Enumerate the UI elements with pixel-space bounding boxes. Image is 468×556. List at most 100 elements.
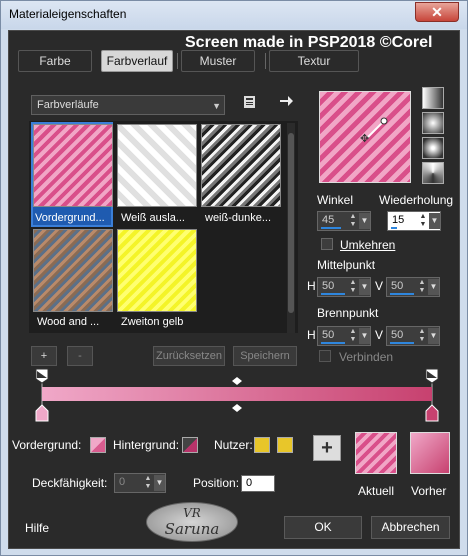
user-stop-label: Nutzer: xyxy=(214,438,253,452)
angle-handle-icon[interactable]: ✥ xyxy=(320,92,412,184)
gradient-label: Wood and ... xyxy=(37,316,100,328)
opacity-spinner[interactable]: 0 ▲ ▼ ▼ xyxy=(114,473,166,493)
center-v-label: V xyxy=(375,279,384,293)
spin-arrows-icon[interactable]: ▲ ▼ xyxy=(417,328,427,344)
spin-arrows-icon[interactable]: ▲ ▼ xyxy=(348,279,358,295)
category-dropdown[interactable]: Farbverläufe ▼ xyxy=(31,95,225,115)
gradient-swatch-white[interactable] xyxy=(117,124,197,207)
repeat-spinner[interactable]: 15 ▲ ▼ ▼ xyxy=(387,211,441,231)
library-scrollbar[interactable] xyxy=(287,123,295,333)
spin-arrows-icon[interactable]: ▲ ▼ xyxy=(348,328,358,344)
position-input[interactable]: 0 xyxy=(241,475,275,492)
library-icon[interactable] xyxy=(241,94,259,112)
spin-arrows-icon[interactable]: ▲ ▼ xyxy=(418,213,428,229)
help-link[interactable]: Hilfe xyxy=(25,521,49,535)
current-preview-swatch[interactable] xyxy=(355,432,397,474)
gradient-label: weiß-dunke... xyxy=(205,212,272,224)
tab-divider xyxy=(265,53,266,69)
focal-v-label: V xyxy=(375,328,384,342)
repeat-label: Wiederholung xyxy=(379,193,454,207)
chevron-down-icon[interactable]: ▼ xyxy=(154,475,165,491)
tab-farbe[interactable]: Farbe xyxy=(18,50,92,72)
focal-h-spinner[interactable]: 50 ▲ ▼ ▼ xyxy=(317,326,371,346)
gradient-swatch-wood[interactable] xyxy=(33,229,113,312)
current-label: Aktuell xyxy=(358,484,395,498)
center-v-slider-bar xyxy=(390,293,414,295)
center-h-spinner[interactable]: 50 ▲ ▼ ▼ xyxy=(317,277,371,297)
focal-v-value: 50 xyxy=(391,329,404,341)
rectangular-style-icon[interactable] xyxy=(422,112,444,134)
spin-arrows-icon[interactable]: ▲ ▼ xyxy=(143,475,153,491)
remove-gradient-button[interactable]: - xyxy=(67,346,93,366)
focal-label: Brennpunkt xyxy=(317,306,379,320)
arrow-right-icon[interactable] xyxy=(277,93,295,111)
background-stop-label: Hintergrund: xyxy=(113,438,180,452)
window-title: Materialeigenschaften xyxy=(9,7,127,21)
reset-button[interactable]: Zurücksetzen xyxy=(153,346,225,366)
tab-divider xyxy=(177,53,178,69)
gradient-preview[interactable]: ✥ xyxy=(319,91,411,183)
repeat-value: 15 xyxy=(392,214,405,226)
category-dropdown-value: Farbverläufe xyxy=(37,99,99,111)
center-v-spinner[interactable]: 50 ▲ ▼ ▼ xyxy=(386,277,440,297)
gradient-label: Weiß ausla... xyxy=(121,212,185,224)
center-label: Mittelpunkt xyxy=(317,258,376,272)
chevron-down-icon[interactable]: ▼ xyxy=(359,279,370,295)
chevron-down-icon[interactable]: ▼ xyxy=(428,279,439,295)
add-gradient-button[interactable]: + xyxy=(31,346,57,366)
tab-farbverlauf[interactable]: Farbverlauf xyxy=(101,50,173,72)
chevron-down-icon[interactable]: ▼ xyxy=(429,213,440,229)
chevron-down-icon[interactable]: ▼ xyxy=(359,213,370,229)
add-stop-button[interactable]: + xyxy=(313,435,341,461)
background-color-swatch[interactable] xyxy=(182,437,198,453)
user-color-swatch-2[interactable] xyxy=(277,437,293,453)
tab-muster[interactable]: Muster xyxy=(181,50,255,72)
chevron-down-icon: ▼ xyxy=(212,101,221,111)
svg-text:✥: ✥ xyxy=(360,133,369,145)
save-button[interactable]: Speichern xyxy=(233,346,297,366)
invert-label: Umkehren xyxy=(340,238,396,252)
center-h-slider-bar xyxy=(321,293,345,295)
center-v-value: 50 xyxy=(391,280,404,292)
chevron-down-icon[interactable]: ▼ xyxy=(428,328,439,344)
linear-style-icon[interactable] xyxy=(422,87,444,109)
cancel-button[interactable]: Abbrechen xyxy=(371,516,450,539)
tab-textur[interactable]: Textur xyxy=(269,50,359,72)
focal-h-label: H xyxy=(307,328,316,342)
spin-arrows-icon[interactable]: ▲ ▼ xyxy=(348,213,358,229)
sunburst-style-icon[interactable] xyxy=(422,137,444,159)
center-h-label: H xyxy=(307,279,316,293)
repeat-slider-bar xyxy=(391,227,397,229)
material-properties-window: Materialeigenschaften ✕ Screen made in P… xyxy=(0,0,468,556)
title-bar[interactable]: Materialeigenschaften ✕ xyxy=(1,1,467,29)
scrollbar-thumb[interactable] xyxy=(288,133,294,313)
previous-preview-swatch[interactable] xyxy=(410,432,450,474)
close-button[interactable]: ✕ xyxy=(415,2,459,22)
gradient-swatch-two-tone-yellow[interactable] xyxy=(117,229,197,312)
angle-label: Winkel xyxy=(317,193,354,207)
invert-checkbox[interactable] xyxy=(321,238,333,250)
link-checkbox[interactable] xyxy=(319,350,331,362)
angle-value: 45 xyxy=(322,214,335,226)
angle-spinner[interactable]: 45 ▲ ▼ ▼ xyxy=(317,211,371,231)
opacity-label: Deckfähigkeit: xyxy=(32,476,108,490)
opacity-value: 0 xyxy=(119,476,126,488)
gradient-editor[interactable] xyxy=(31,367,443,423)
gradient-label: Zweiton gelb xyxy=(121,316,184,328)
focal-v-slider-bar xyxy=(390,342,414,344)
link-label: Verbinden xyxy=(339,350,394,364)
foreground-color-swatch[interactable] xyxy=(90,437,106,453)
focal-h-value: 50 xyxy=(322,329,335,341)
gradient-label: Vordergrund... xyxy=(35,212,105,224)
chevron-down-icon[interactable]: ▼ xyxy=(359,328,370,344)
ok-button[interactable]: OK xyxy=(284,516,362,539)
position-label: Position: xyxy=(193,476,240,490)
spin-arrows-icon[interactable]: ▲ ▼ xyxy=(417,279,427,295)
gradient-swatch-white-dark[interactable] xyxy=(201,124,281,207)
previous-label: Vorher xyxy=(411,484,447,498)
focal-v-spinner[interactable]: 50 ▲ ▼ ▼ xyxy=(386,326,440,346)
radial-style-icon[interactable] xyxy=(422,162,444,184)
focal-h-slider-bar xyxy=(321,342,345,344)
user-color-swatch[interactable] xyxy=(254,437,270,453)
gradient-swatch-foreground[interactable] xyxy=(33,124,113,207)
